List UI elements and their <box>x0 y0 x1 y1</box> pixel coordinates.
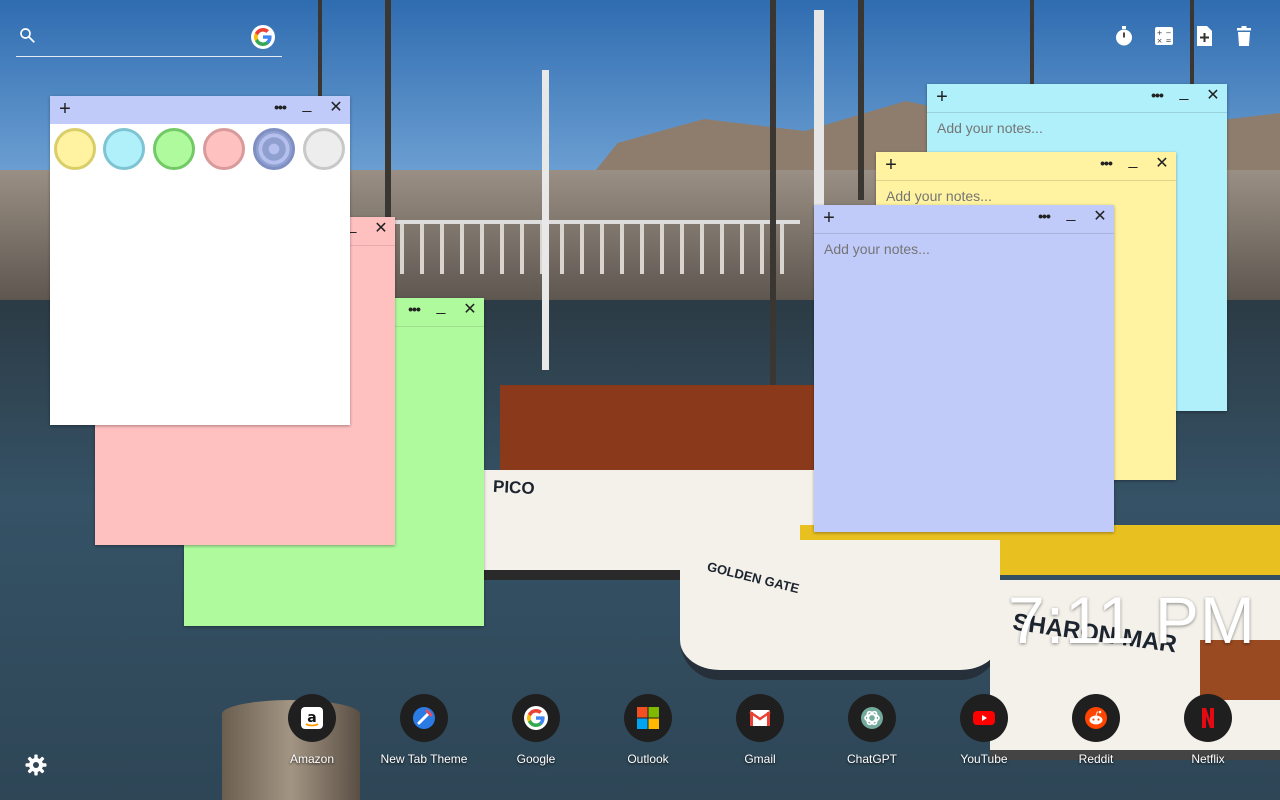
shortcut-gmail[interactable]: Gmail <box>710 694 810 766</box>
shortcut-outlook[interactable]: Outlook <box>598 694 698 766</box>
color-swatch-gray[interactable] <box>303 128 345 170</box>
color-swatch-blue-selected[interactable] <box>253 128 295 170</box>
shortcut-label: Reddit <box>1078 752 1114 766</box>
note-header[interactable]: + ••• _ ✕ <box>876 152 1176 181</box>
note-textarea[interactable] <box>814 233 1114 532</box>
color-swatch-pink[interactable] <box>203 128 245 170</box>
note-close-button[interactable]: ✕ <box>1093 209 1107 225</box>
shortcut-reddit[interactable]: Reddit <box>1046 694 1146 766</box>
color-swatch-yellow[interactable] <box>54 128 96 170</box>
color-swatch-cyan[interactable] <box>103 128 145 170</box>
gmail-icon <box>749 710 771 726</box>
add-note-button[interactable]: + <box>883 155 899 175</box>
shortcut-label: Netflix <box>1191 752 1225 766</box>
note-minimize-button[interactable]: _ <box>300 96 314 116</box>
add-note-button[interactable]: + <box>57 99 73 119</box>
calculator-icon[interactable]: + − × = <box>1152 24 1176 48</box>
shortcut-chatgpt[interactable]: ChatGPT <box>822 694 922 766</box>
add-note-button[interactable]: + <box>934 87 950 107</box>
netflix-icon <box>1202 708 1214 728</box>
search-input[interactable] <box>46 24 250 52</box>
note-textarea[interactable] <box>50 174 350 425</box>
note-menu-button[interactable]: ••• <box>272 99 288 115</box>
svg-text:−: − <box>1166 29 1172 37</box>
shortcut-new-tab-theme[interactable]: New Tab Theme <box>374 694 474 766</box>
shortcut-label: ChatGPT <box>846 752 897 766</box>
note-header[interactable]: + ••• _ ✕ <box>50 96 350 124</box>
youtube-icon <box>973 711 995 725</box>
note-close-button[interactable]: ✕ <box>374 221 388 237</box>
add-note-icon[interactable] <box>1192 24 1216 48</box>
note-close-button[interactable]: ✕ <box>1155 156 1169 172</box>
note-menu-button[interactable]: ••• <box>406 301 422 317</box>
shortcut-label: YouTube <box>960 752 1008 766</box>
note-minimize-button[interactable]: _ <box>1126 152 1140 172</box>
shortcut-label: Amazon <box>289 752 335 766</box>
shortcut-label: Gmail <box>744 752 776 766</box>
outlook-icon <box>637 707 659 729</box>
shortcut-netflix[interactable]: Netflix <box>1158 694 1258 766</box>
settings-gear-icon[interactable] <box>24 753 48 777</box>
amazon-icon: a <box>301 707 323 729</box>
note-close-button[interactable]: ✕ <box>463 302 477 318</box>
note-header[interactable]: + ••• _ ✕ <box>814 205 1114 234</box>
note-minimize-button[interactable]: _ <box>1064 205 1078 225</box>
note-close-button[interactable]: ✕ <box>329 100 343 116</box>
timer-icon[interactable] <box>1112 24 1136 48</box>
shortcut-google[interactable]: Google <box>486 694 586 766</box>
chatgpt-icon <box>861 707 883 729</box>
shortcut-youtube[interactable]: YouTube <box>934 694 1034 766</box>
note-menu-button[interactable]: ••• <box>1098 155 1114 171</box>
note-header[interactable]: + ••• _ ✕ <box>927 84 1227 113</box>
svg-text:a: a <box>307 710 316 726</box>
reddit-icon <box>1085 707 1107 729</box>
note-minimize-button[interactable]: _ <box>434 298 448 318</box>
shortcut-label: Google <box>516 752 556 766</box>
new-tab-theme-icon <box>413 707 435 729</box>
shortcut-amazon[interactable]: a Amazon <box>262 694 362 766</box>
note-menu-button[interactable]: ••• <box>1036 208 1052 224</box>
boat-name-pico: PICO <box>492 476 536 499</box>
shortcut-label: Outlook <box>627 752 669 766</box>
google-icon <box>254 28 272 46</box>
svg-text:=: = <box>1166 37 1172 45</box>
google-search-button[interactable] <box>251 25 275 49</box>
add-note-button[interactable]: + <box>821 208 837 228</box>
trash-icon[interactable] <box>1232 24 1256 48</box>
note-minimize-button[interactable]: _ <box>1177 84 1191 104</box>
search-bar <box>16 22 282 57</box>
clock-time: 7:11 PM <box>1008 583 1256 657</box>
google-icon <box>524 706 548 730</box>
sticky-note-blue[interactable]: + ••• _ ✕ <box>814 205 1114 532</box>
shortcut-label: New Tab Theme <box>380 752 468 766</box>
note-close-button[interactable]: ✕ <box>1206 88 1220 104</box>
svg-text:×: × <box>1157 37 1163 45</box>
note-menu-button[interactable]: ••• <box>1149 87 1165 103</box>
color-swatch-green[interactable] <box>153 128 195 170</box>
search-icon[interactable] <box>18 26 36 44</box>
svg-text:+: + <box>1157 29 1163 37</box>
